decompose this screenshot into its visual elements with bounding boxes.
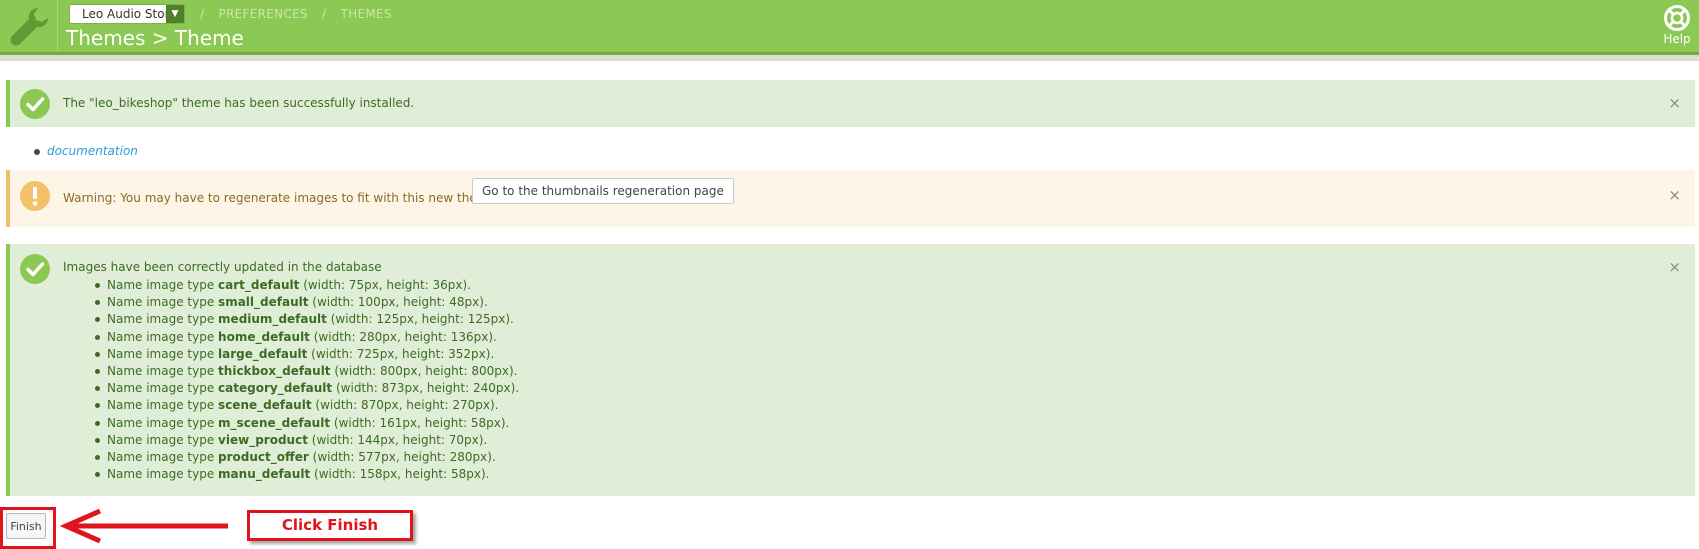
list-item: Name image type scene_default (width: 87…: [95, 397, 519, 414]
breadcrumb-preferences[interactable]: PREFERENCES: [218, 7, 307, 21]
help-label: Help: [1663, 32, 1691, 46]
list-item: Name image type large_default (width: 72…: [95, 346, 519, 363]
warning-message: Warning: You may have to regenerate imag…: [63, 191, 500, 205]
close-icon[interactable]: ×: [1668, 258, 1681, 276]
image-type-list: Name image type cart_default (width: 75p…: [95, 277, 519, 483]
list-item: Name image type view_product (width: 144…: [95, 432, 519, 449]
breadcrumb-themes[interactable]: THEMES: [340, 7, 391, 21]
arrow-left-icon: [60, 508, 228, 544]
list-item: Name image type small_default (width: 10…: [95, 294, 519, 311]
check-circle-icon: [20, 254, 50, 284]
close-icon[interactable]: ×: [1668, 94, 1681, 112]
help-button[interactable]: Help: [1660, 5, 1694, 46]
finish-button[interactable]: Finish: [6, 513, 46, 539]
wrench-icon: [10, 8, 48, 46]
close-icon[interactable]: ×: [1668, 186, 1681, 204]
regenerate-warning-alert: Warning: You may have to regenerate imag…: [6, 170, 1695, 227]
exclamation-circle-icon: [20, 181, 50, 211]
store-selector-label: Leo Audio Store: [82, 7, 177, 21]
header-divider: [57, 0, 58, 52]
chevron-down-icon[interactable]: ▼: [166, 5, 184, 23]
list-item: Name image type thickbox_default (width:…: [95, 363, 519, 380]
list-item: Name image type manu_default (width: 158…: [95, 466, 519, 483]
bullet: [34, 148, 40, 155]
thumbnails-regeneration-button[interactable]: Go to the thumbnails regeneration page: [472, 178, 734, 204]
top-header: Leo Audio Store ▼ / PREFERENCES / THEMES…: [0, 0, 1699, 55]
list-item: Name image type cart_default (width: 75p…: [95, 277, 519, 294]
list-item: Name image type medium_default (width: 1…: [95, 311, 519, 328]
list-item: Name image type m_scene_default (width: …: [95, 415, 519, 432]
lifebuoy-icon: [1664, 5, 1690, 31]
images-updated-message: Images have been correctly updated in th…: [63, 260, 382, 274]
breadcrumb-separator: /: [322, 7, 327, 21]
theme-installed-message: The "leo_bikeshop" theme has been succes…: [63, 96, 415, 110]
list-item: Name image type category_default (width:…: [95, 380, 519, 397]
images-updated-alert: Images have been correctly updated in th…: [6, 244, 1695, 496]
list-item: Name image type product_offer (width: 57…: [95, 449, 519, 466]
store-selector[interactable]: Leo Audio Store ▼: [69, 4, 185, 24]
breadcrumb: / PREFERENCES / THEMES: [200, 7, 402, 21]
documentation-link[interactable]: documentation: [47, 144, 138, 158]
list-item: Name image type home_default (width: 280…: [95, 329, 519, 346]
documentation-list: documentation: [34, 144, 138, 158]
page-title: Themes > Theme: [66, 26, 244, 50]
theme-installed-alert: The "leo_bikeshop" theme has been succes…: [6, 80, 1695, 127]
breadcrumb-separator: /: [200, 7, 205, 21]
check-circle-icon: [20, 89, 50, 119]
header-separator: [0, 55, 1699, 61]
click-finish-callout: Click Finish: [247, 510, 413, 541]
